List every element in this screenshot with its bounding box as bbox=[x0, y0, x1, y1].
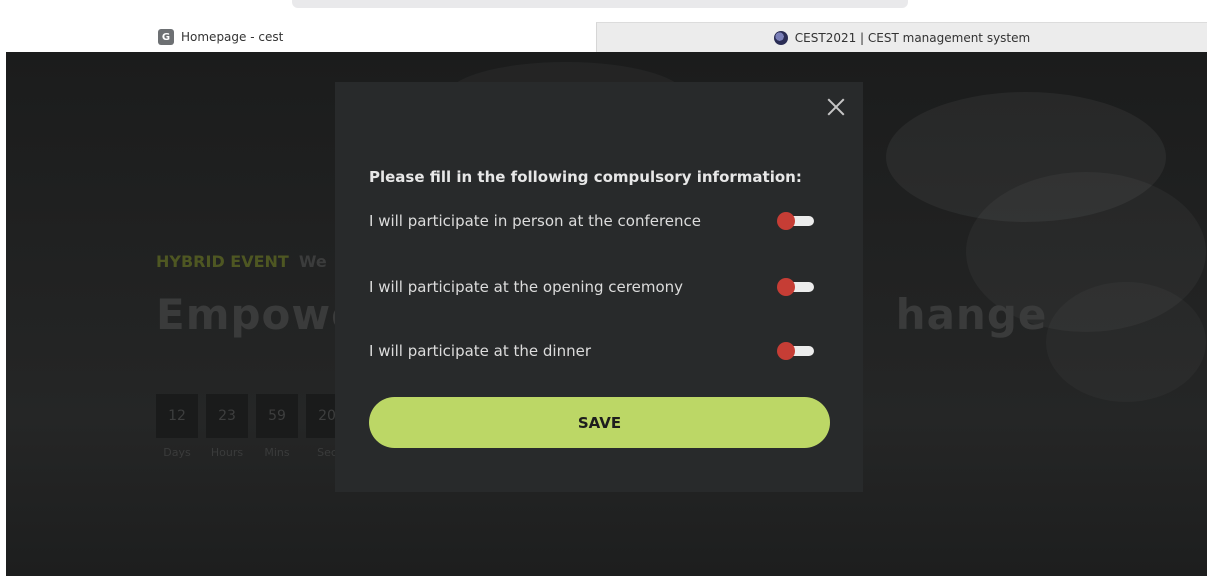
countdown-value: 23 bbox=[206, 394, 248, 438]
hero-title-right: hange bbox=[895, 290, 1048, 339]
background-cloud bbox=[1046, 282, 1206, 402]
close-icon[interactable] bbox=[824, 95, 848, 119]
browser-chrome: G Homepage - cest CEST2021 | CEST manage… bbox=[0, 0, 1207, 52]
option-opening-ceremony: I will participate at the opening ceremo… bbox=[369, 278, 815, 296]
countdown-hours: 23 Hours bbox=[206, 394, 248, 459]
opening-ceremony-toggle[interactable] bbox=[777, 278, 815, 296]
countdown-mins: 59 Mins bbox=[256, 394, 298, 459]
option-label: I will participate at the opening ceremo… bbox=[369, 278, 684, 296]
tab-label: Homepage - cest bbox=[181, 30, 284, 44]
participation-modal: Please fill in the following compulsory … bbox=[335, 82, 863, 492]
countdown-label: Mins bbox=[264, 446, 290, 459]
toggle-knob bbox=[777, 212, 795, 230]
countdown: 12 Days 23 Hours 59 Mins 20 Sec bbox=[156, 394, 348, 459]
countdown-label: Sec bbox=[317, 446, 337, 459]
modal-heading: Please fill in the following compulsory … bbox=[369, 168, 802, 186]
g-favicon-icon: G bbox=[158, 29, 174, 45]
tab-homepage[interactable]: G Homepage - cest bbox=[0, 22, 596, 52]
hero-title-left: Empowe bbox=[156, 290, 361, 339]
countdown-value: 12 bbox=[156, 394, 198, 438]
countdown-days: 12 Days bbox=[156, 394, 198, 459]
option-in-person: I will participate in person at the conf… bbox=[369, 212, 815, 230]
tab-cest-management[interactable]: CEST2021 | CEST management system bbox=[596, 22, 1207, 52]
countdown-label: Days bbox=[163, 446, 191, 459]
eyebrow-text: We bbox=[298, 252, 327, 271]
event-type-label: HYBRID EVENT bbox=[156, 252, 289, 271]
tab-label: CEST2021 | CEST management system bbox=[794, 30, 1031, 45]
address-bar-edge bbox=[292, 0, 908, 8]
dinner-toggle[interactable] bbox=[777, 342, 815, 360]
countdown-value: 59 bbox=[256, 394, 298, 438]
countdown-label: Hours bbox=[210, 446, 244, 459]
toggle-knob bbox=[777, 342, 795, 360]
option-dinner: I will participate at the dinner bbox=[369, 342, 815, 360]
save-button[interactable]: SAVE bbox=[369, 397, 830, 448]
toggle-knob bbox=[777, 278, 795, 296]
hero-eyebrow: HYBRID EVENT We bbox=[156, 252, 327, 271]
option-label: I will participate at the dinner bbox=[369, 342, 591, 360]
option-label: I will participate in person at the conf… bbox=[369, 212, 702, 230]
in-person-toggle[interactable] bbox=[777, 212, 815, 230]
globe-icon bbox=[773, 30, 788, 45]
